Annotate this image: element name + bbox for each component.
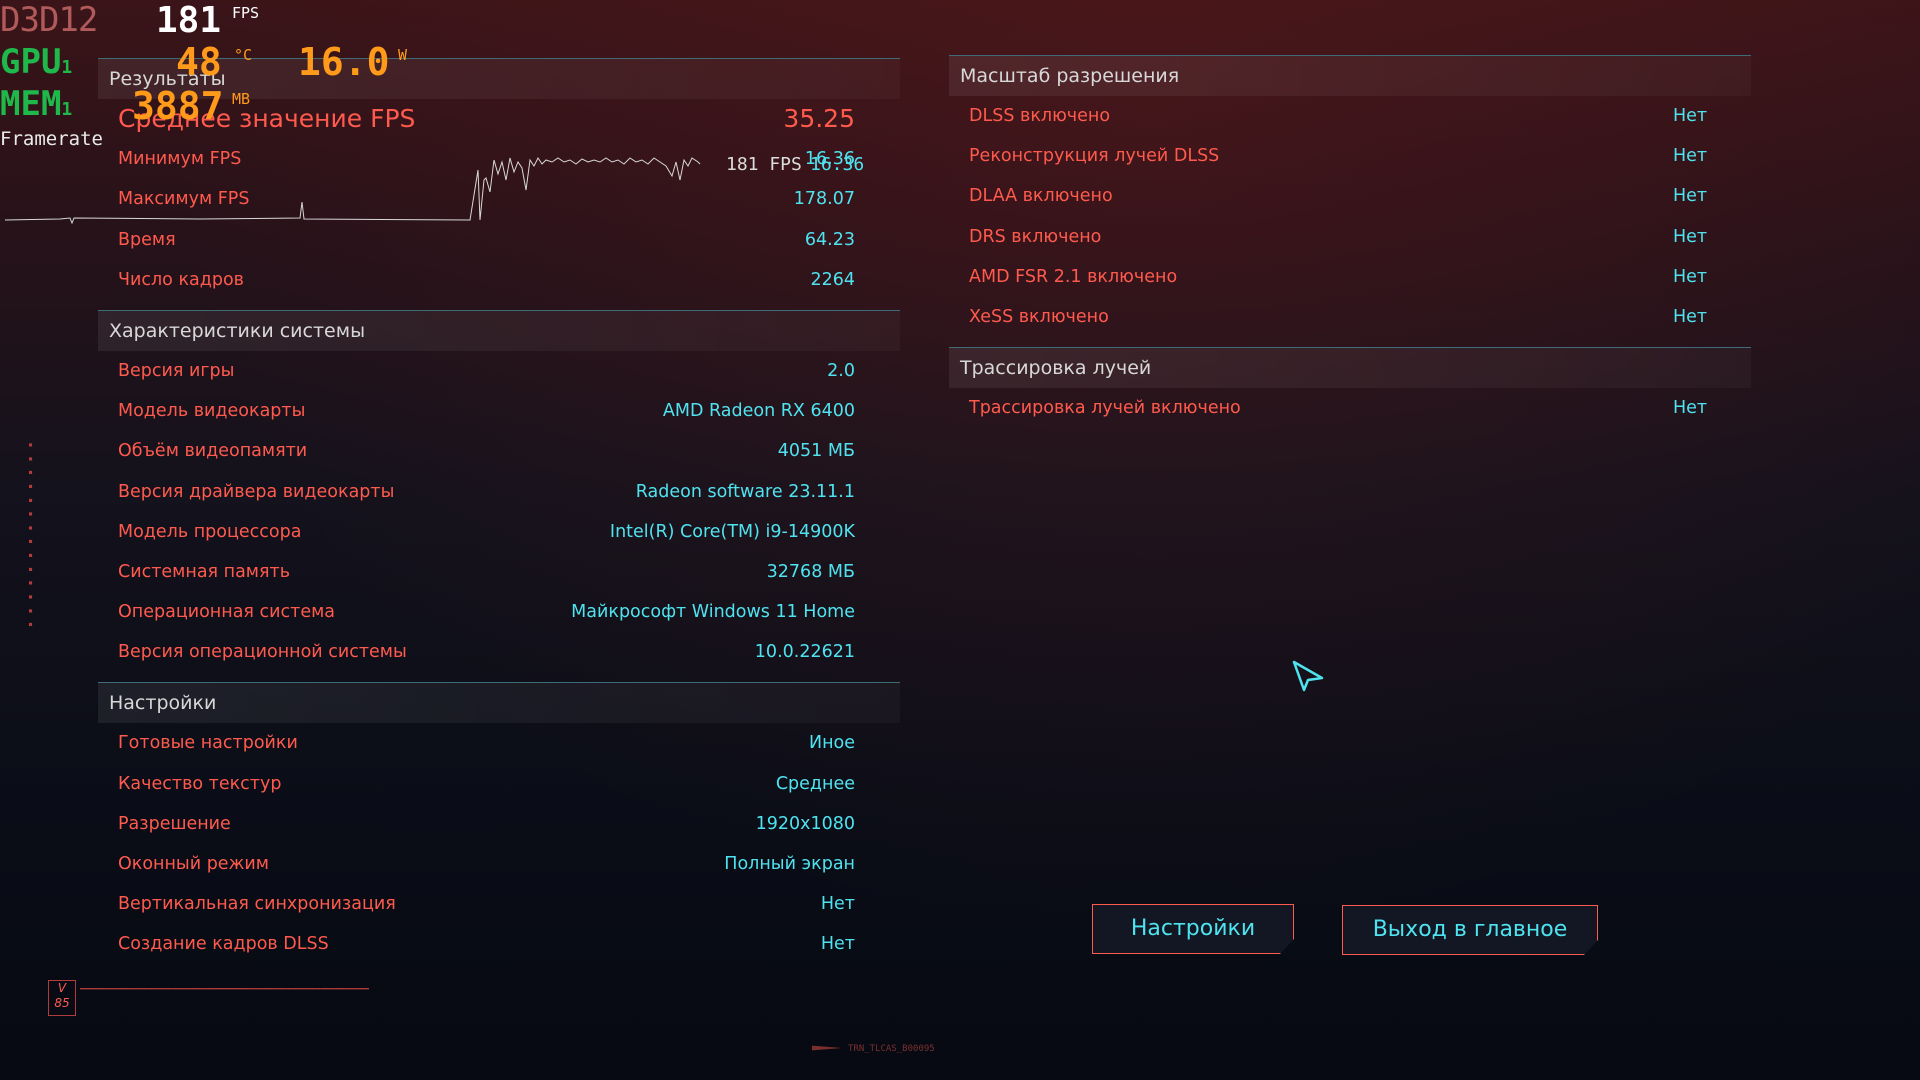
arrow-decor-icon bbox=[812, 1045, 842, 1051]
settings-row: Оконный режим Полный экран bbox=[98, 844, 900, 884]
scaling-label: Реконструкция лучей DLSS bbox=[969, 146, 1220, 167]
scaling-label: DLSS включено bbox=[969, 106, 1111, 126]
settings-label: Вертикальная синхронизация bbox=[118, 894, 396, 915]
system-label: Модель процессора bbox=[118, 521, 302, 542]
system-row: Объём видеопамяти 4051 МБ bbox=[98, 431, 900, 471]
hud-gpu-power-unit: W bbox=[398, 46, 408, 64]
hud-gpu-temp-unit: °C bbox=[234, 46, 253, 64]
scaling-row: XeSS включено Нет bbox=[949, 297, 1751, 337]
settings-label: Качество текстур bbox=[118, 773, 282, 794]
settings-label: Готовые настройки bbox=[118, 733, 298, 754]
system-label: Операционная система bbox=[118, 602, 336, 623]
system-row: Модель видеокарты AMD Radeon RX 6400 bbox=[98, 391, 900, 431]
settings-value: Нет bbox=[820, 894, 855, 915]
settings-value: Полный экран bbox=[724, 854, 855, 874]
raytracing-row: Трассировка лучей включено Нет bbox=[949, 388, 1751, 428]
avg-fps-value: 35.25 bbox=[783, 104, 855, 133]
raytracing-label: Трассировка лучей включено bbox=[969, 398, 1241, 419]
system-label: Системная память bbox=[118, 561, 291, 582]
result-value: 178.07 bbox=[793, 189, 855, 210]
hud-gpu-temp: 48 bbox=[176, 40, 222, 84]
system-label: Версия операционной системы bbox=[118, 642, 407, 663]
legal-text-decor: ▬▬▬▬▬▬▬▬▬▬▬▬▬▬▬▬▬▬▬▬▬▬▬▬▬▬▬▬▬▬▬▬▬▬▬▬▬▬▬▬… bbox=[80, 986, 369, 992]
system-label: Модель видеокарты bbox=[118, 401, 306, 422]
hud-gpu-power: 16.0 bbox=[298, 40, 390, 84]
scaling-row: DLSS включено Нет bbox=[949, 96, 1751, 136]
system-value: Intel(R) Core(TM) i9-14900K bbox=[609, 521, 855, 542]
scaling-label: XeSS включено bbox=[969, 306, 1109, 327]
hud-graph-fps: 181 FPS bbox=[726, 154, 802, 175]
system-row: Версия драйвера видеокарты Radeon softwar… bbox=[98, 472, 900, 512]
hud-gpu-label: GPU1 bbox=[0, 42, 73, 82]
scaling-row: Реконструкция лучей DLSS Нет bbox=[949, 136, 1751, 176]
settings-row: Разрешение 1920x1080 bbox=[98, 804, 900, 844]
vertical-decor-text: ▪ ▪ ▪ ▪ ▪ ▪ ▪ ▪ ▪ ▪ ▪ ▪ ▪ ▪ bbox=[26, 440, 35, 629]
settings-value: Нет bbox=[820, 934, 855, 955]
scaling-value: Нет bbox=[1673, 146, 1708, 167]
system-row: Версия игры 2.0 bbox=[98, 351, 900, 391]
hud-mem-unit: MB bbox=[232, 90, 251, 108]
system-row: Модель процессора Intel(R) Core(TM) i9-14… bbox=[98, 512, 900, 552]
settings-value: Иное bbox=[808, 733, 855, 754]
system-label: Версия игры bbox=[118, 360, 235, 381]
hud-fps-unit: FPS bbox=[232, 4, 260, 22]
exit-to-main-menu-button[interactable]: Выход в главное меню bbox=[1342, 905, 1598, 955]
section-header-settings: Настройки bbox=[98, 682, 900, 724]
hud-mem-label: MEM1 bbox=[0, 84, 73, 124]
scaling-label: DRS включено bbox=[969, 226, 1102, 247]
result-label: Число кадров bbox=[118, 269, 244, 290]
system-row: Версия операционной системы 10.0.22621 bbox=[98, 632, 900, 672]
scaling-label: DLAA включено bbox=[969, 186, 1113, 207]
settings-button[interactable]: Настройки bbox=[1092, 904, 1294, 954]
hud-api-label: D3D12 bbox=[0, 0, 98, 40]
section-header-system: Характеристики системы bbox=[98, 309, 900, 351]
scaling-value: Нет bbox=[1673, 226, 1708, 247]
scaling-row: AMD FSR 2.1 включено Нет bbox=[949, 257, 1751, 297]
hud-frametime-graph bbox=[4, 157, 701, 225]
raytracing-value: Нет bbox=[1673, 398, 1708, 419]
scaling-value: Нет bbox=[1673, 306, 1708, 327]
scaling-row: DLAA включено Нет bbox=[949, 176, 1751, 216]
cursor-icon bbox=[1292, 660, 1324, 692]
system-value: 32768 МБ bbox=[766, 561, 855, 582]
system-row: Системная память 32768 МБ bbox=[98, 552, 900, 592]
system-value: 2.0 bbox=[827, 360, 855, 381]
version-badge: V 85 bbox=[48, 980, 76, 1016]
hud-mem-value: 3887 bbox=[132, 84, 224, 128]
system-value: 10.0.22621 bbox=[754, 642, 855, 663]
settings-label: Разрешение bbox=[118, 813, 231, 834]
system-value: Майкрософт Windows 11 Home bbox=[571, 602, 855, 623]
frametime-line bbox=[4, 157, 701, 225]
system-value: 4051 МБ bbox=[777, 441, 855, 462]
settings-label: Создание кадров DLSS bbox=[118, 934, 329, 955]
section-header-raytracing: Трассировка лучей bbox=[949, 347, 1751, 389]
settings-row: Качество текстур Среднее bbox=[98, 764, 900, 804]
build-id-label: TRN_TLCAS_B00095 bbox=[848, 1044, 935, 1054]
hud-fps-value: 181 bbox=[156, 0, 222, 41]
section-header-scaling: Масштаб разрешения bbox=[949, 55, 1751, 96]
scaling-value: Нет bbox=[1673, 266, 1708, 287]
system-value: Radeon software 23.11.1 bbox=[635, 481, 855, 502]
settings-value: 1920x1080 bbox=[755, 813, 855, 834]
scaling-value: Нет bbox=[1673, 106, 1708, 126]
result-value: 2264 bbox=[810, 269, 855, 290]
scaling-row: DRS включено Нет bbox=[949, 217, 1751, 257]
scaling-value: Нет bbox=[1673, 186, 1708, 207]
system-label: Объём видеопамяти bbox=[118, 441, 308, 462]
render-settings-panel: Масштаб разрешения DLSS включено Нет Реко… bbox=[949, 55, 1751, 428]
settings-label: Оконный режим bbox=[118, 854, 269, 874]
scaling-label: AMD FSR 2.1 включено bbox=[969, 266, 1178, 287]
settings-row: Создание кадров DLSS Нет bbox=[98, 924, 900, 964]
system-label: Версия драйвера видеокарты bbox=[118, 481, 395, 502]
result-row: Число кадров 2264 bbox=[98, 260, 900, 300]
settings-row: Готовые настройки Иное bbox=[98, 723, 900, 763]
system-value: AMD Radeon RX 6400 bbox=[662, 401, 855, 422]
hud-graph-frametime: 16.36 bbox=[810, 154, 865, 175]
settings-value: Среднее bbox=[775, 773, 855, 794]
hud-framerate-label: Framerate bbox=[0, 128, 103, 150]
result-value: 64.23 bbox=[804, 229, 855, 250]
system-row: Операционная система Майкрософт Windows 1… bbox=[98, 592, 900, 632]
settings-row: Вертикальная синхронизация Нет bbox=[98, 884, 900, 924]
